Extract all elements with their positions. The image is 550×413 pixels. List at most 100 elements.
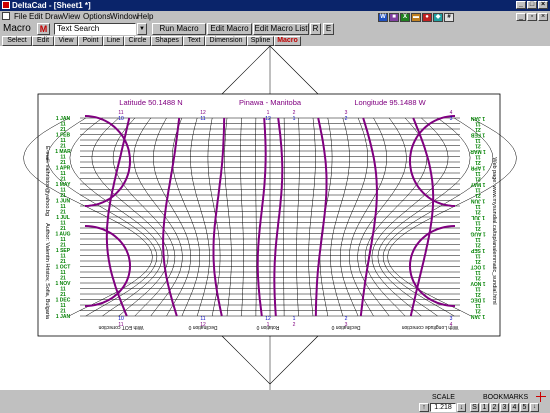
bookmark-down-button[interactable]: ↓	[530, 403, 539, 412]
minimize-button[interactable]: _	[516, 1, 526, 9]
right-date-label: 11	[475, 286, 481, 292]
right-date-label: 1 SEP	[470, 247, 485, 253]
right-date-label: 11	[475, 269, 481, 275]
tab-spline[interactable]: Spline	[247, 36, 274, 46]
place-label: Pinawa - Manitoba	[239, 98, 302, 107]
right-date-label: 1 JUL	[471, 214, 485, 220]
tab-line[interactable]: Line	[103, 36, 124, 46]
right-date-label: 21	[475, 275, 481, 281]
construction-line	[221, 46, 271, 95]
edit-macro-button[interactable]: Edit Macro	[207, 23, 252, 35]
top-hour-number: 12	[265, 116, 271, 122]
doc-restore-button[interactable]: ▫	[527, 13, 537, 21]
right-date-label: 1 DEC	[470, 297, 485, 303]
menu-bar: File Edit Draw View Options Window Help …	[0, 11, 550, 22]
right-date-label: 21	[475, 258, 481, 264]
bookmark-4-button[interactable]: 4	[510, 403, 519, 412]
bookmark-s-button[interactable]: S	[470, 403, 479, 412]
e-button[interactable]: E	[323, 23, 334, 35]
crosshair-icon	[536, 392, 546, 402]
app-icon	[2, 1, 10, 9]
sundial-drawing: Latitude 50.1488 N Pinawa - Manitoba Lon…	[23, 46, 517, 390]
scale-value[interactable]: 1.218	[430, 403, 456, 412]
bookmark-5-button[interactable]: 5	[520, 403, 529, 412]
tab-point[interactable]: Point	[78, 36, 103, 46]
menu-file[interactable]: File	[14, 11, 27, 22]
tab-dimension[interactable]: Dimension	[205, 36, 247, 46]
run-macro-button[interactable]: Run Macro	[152, 23, 206, 35]
drawing-canvas[interactable]: Latitude 50.1488 N Pinawa - Manitoba Lon…	[0, 46, 550, 390]
title-bar: DeltaCad - [Sheet1 *] _ □ ×	[0, 0, 550, 11]
right-date-label: 21	[475, 225, 481, 231]
right-date-label: 11	[475, 203, 481, 209]
right-date-label: 11	[475, 187, 481, 193]
right-date-label: 1 MAY	[470, 181, 485, 187]
tab-shapes[interactable]: Shapes	[151, 36, 183, 46]
teal-app-icon[interactable]: ◆	[433, 13, 443, 22]
right-date-label: 1 AUG	[470, 231, 485, 237]
construction-line	[221, 335, 271, 385]
macro-label: Macro	[3, 23, 31, 34]
bottom-hour-number: 2	[293, 322, 296, 328]
macro-m-icon[interactable]: M	[37, 23, 50, 35]
edit-macro-list-button[interactable]: Edit Macro List	[253, 23, 309, 35]
right-date-label: 1 NOV	[470, 280, 486, 286]
longitude-label: Longitude 95.1488 W	[354, 98, 426, 107]
right-date-label: 21	[475, 242, 481, 248]
menu-window[interactable]: Window	[110, 11, 138, 22]
right-date-label: 1 MAR	[470, 148, 486, 154]
right-date-label: 1 JAN	[471, 115, 486, 121]
bookmarks-label: BOOKMARKS	[483, 394, 529, 401]
top-hour-number: 2	[345, 116, 348, 122]
right-date-label: 11	[475, 137, 481, 143]
menu-help[interactable]: Help	[137, 11, 153, 22]
scale-up-button[interactable]: ↑	[419, 403, 429, 412]
macro-bar: Macro M Text Search ▼ Run Macro Edit Mac…	[0, 22, 550, 36]
right-date-label: 11	[475, 154, 481, 160]
doc-minimize-button[interactable]: _	[516, 13, 526, 21]
menu-view[interactable]: View	[63, 11, 80, 22]
scale-down-button[interactable]: ↓	[457, 403, 466, 412]
right-date-label: 21	[475, 176, 481, 182]
top-hour-number: 10	[118, 116, 124, 122]
tab-macro[interactable]: Macro	[274, 36, 301, 46]
tab-text[interactable]: Text	[183, 36, 205, 46]
bottom-label: Rotation 0	[256, 324, 279, 330]
email-text: E-mail: valhristov@yahoo.bg	[44, 146, 50, 216]
excel-icon[interactable]: X	[400, 13, 410, 22]
top-hour-number: 11	[200, 116, 205, 122]
author-text: Author: Valentin Hristov, Sofia, Bulgari…	[44, 223, 50, 320]
red-app-icon[interactable]: ●	[422, 13, 432, 22]
macro-select-field[interactable]: Text Search	[54, 23, 136, 35]
right-date-label: 11	[475, 170, 481, 176]
document-icon[interactable]	[2, 12, 10, 20]
tab-select[interactable]: Select	[2, 36, 32, 46]
doc-close-button[interactable]: ×	[538, 13, 548, 21]
window-title: DeltaCad - [Sheet1 *]	[12, 1, 91, 10]
right-date-label: 11	[475, 253, 481, 259]
menu-options[interactable]: Options	[83, 11, 111, 22]
grid-app-icon[interactable]: #	[444, 13, 454, 22]
right-date-label: 21	[475, 192, 481, 198]
bottom-label: Declination 0	[188, 324, 217, 330]
r-button[interactable]: R	[310, 23, 321, 35]
dropdown-arrow-icon[interactable]: ▼	[137, 23, 147, 35]
tab-view[interactable]: View	[54, 36, 78, 46]
tab-edit[interactable]: Edit	[32, 36, 54, 46]
bookmark-1-button[interactable]: 1	[480, 403, 489, 412]
word-icon[interactable]: W	[378, 13, 388, 22]
bookmark-2-button[interactable]: 2	[490, 403, 499, 412]
close-button[interactable]: ×	[538, 1, 548, 9]
menu-edit[interactable]: Edit	[29, 11, 43, 22]
right-date-label: 11	[475, 302, 481, 308]
tab-circle[interactable]: Circle	[124, 36, 151, 46]
right-date-label: 1 OCT	[471, 264, 486, 270]
purple-app-icon[interactable]: ■	[389, 13, 399, 22]
right-date-label: 1 APR	[470, 165, 485, 171]
tool-tabs: Select Edit View Point Line Circle Shape…	[0, 36, 550, 46]
folder-icon[interactable]: ▬	[411, 13, 421, 22]
maximize-button[interactable]: □	[527, 1, 537, 9]
bookmark-3-button[interactable]: 3	[500, 403, 509, 412]
menu-draw[interactable]: Draw	[45, 11, 64, 22]
right-date-label: 21	[475, 209, 481, 215]
